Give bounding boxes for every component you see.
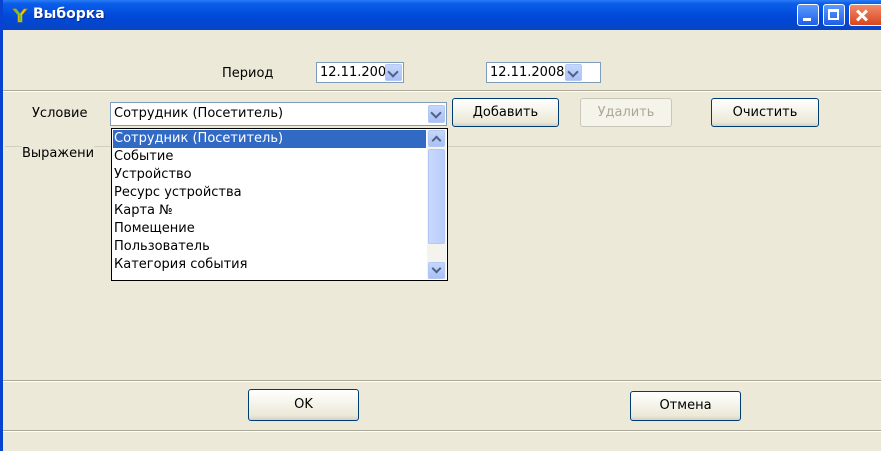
separator bbox=[3, 380, 881, 382]
add-button[interactable]: Добавить bbox=[452, 98, 559, 127]
ok-button[interactable]: OK bbox=[248, 389, 359, 421]
list-item[interactable]: Устройство bbox=[114, 166, 192, 184]
period-label: Период bbox=[222, 66, 274, 81]
expression-label: Выражени bbox=[22, 146, 95, 161]
app-icon bbox=[12, 8, 28, 23]
list-item[interactable]: Карта № bbox=[114, 202, 173, 220]
list-scrollbar[interactable] bbox=[427, 130, 446, 279]
title-bar[interactable]: Выборка bbox=[3, 0, 881, 30]
maximize-button[interactable] bbox=[823, 4, 845, 26]
list-item[interactable]: Помещение bbox=[114, 220, 195, 238]
period-to-value: 12.11.2008 bbox=[490, 65, 565, 80]
period-from-picker[interactable]: 12.11.2008 bbox=[316, 62, 404, 83]
cancel-button[interactable]: Отмена bbox=[630, 391, 741, 421]
close-button[interactable] bbox=[849, 4, 881, 26]
scroll-thumb[interactable] bbox=[428, 149, 445, 244]
scroll-up-icon[interactable] bbox=[428, 130, 445, 147]
chevron-down-icon[interactable] bbox=[385, 64, 402, 81]
condition-selected-value: Сотрудник (Посетитель) bbox=[114, 106, 284, 121]
chevron-down-icon[interactable] bbox=[428, 105, 445, 123]
list-item[interactable]: Пользователь bbox=[114, 238, 210, 256]
minimize-button[interactable] bbox=[797, 4, 819, 26]
period-from-value: 12.11.2008 bbox=[320, 65, 395, 80]
condition-label: Условие bbox=[32, 106, 88, 121]
scroll-down-icon[interactable] bbox=[428, 262, 445, 279]
condition-dropdown-list[interactable]: Сотрудник (Посетитель) Событие Устройств… bbox=[111, 128, 448, 281]
list-item[interactable]: Категория события bbox=[114, 256, 247, 274]
clear-button[interactable]: Очистить bbox=[711, 98, 819, 127]
chevron-down-icon[interactable] bbox=[565, 64, 582, 81]
condition-select[interactable]: Сотрудник (Посетитель) bbox=[110, 102, 447, 126]
status-separator bbox=[3, 430, 881, 432]
period-to-picker[interactable]: 12.11.2008 bbox=[486, 62, 601, 83]
separator bbox=[3, 90, 881, 92]
delete-button[interactable]: Удалить bbox=[580, 98, 672, 127]
window-title: Выборка bbox=[33, 6, 105, 22]
list-item[interactable]: Событие bbox=[114, 148, 173, 166]
list-item[interactable]: Сотрудник (Посетитель) bbox=[113, 130, 426, 148]
list-item[interactable]: Ресурс устройства bbox=[114, 184, 242, 202]
dialog-window: Выборка Период 12.11.2008 12.11.2008 Усл… bbox=[0, 0, 881, 451]
